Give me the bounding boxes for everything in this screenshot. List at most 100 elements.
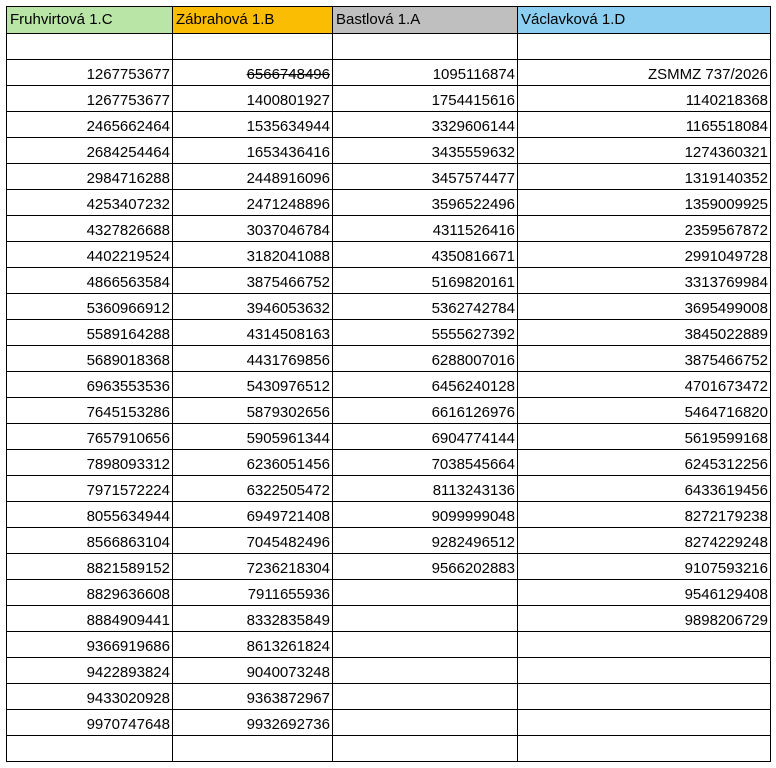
table-cell[interactable]: 3435559632: [332, 137, 518, 164]
table-cell[interactable]: 9366919686: [6, 631, 173, 658]
table-cell[interactable]: [6, 735, 173, 762]
table-cell[interactable]: 9898206729: [517, 605, 771, 632]
table-cell[interactable]: 3875466752: [172, 267, 333, 294]
table-cell[interactable]: 9546129408: [517, 579, 771, 606]
table-cell[interactable]: 4311526416: [332, 215, 518, 242]
table-cell[interactable]: 4314508163: [172, 319, 333, 346]
table-cell[interactable]: 9040073248: [172, 657, 333, 684]
table-cell[interactable]: 3457574477: [332, 163, 518, 190]
table-cell[interactable]: 1165518084: [517, 111, 771, 138]
table-cell[interactable]: [517, 709, 771, 736]
table-cell[interactable]: 5905961344: [172, 423, 333, 450]
table-cell[interactable]: 8113243136: [332, 475, 518, 502]
table-cell[interactable]: 8821589152: [6, 553, 173, 580]
table-cell[interactable]: [332, 631, 518, 658]
table-cell[interactable]: 6456240128: [332, 371, 518, 398]
table-cell[interactable]: 8829636608: [6, 579, 173, 606]
table-cell[interactable]: [332, 735, 518, 762]
table-cell[interactable]: 7657910656: [6, 423, 173, 450]
table-cell[interactable]: 3596522496: [332, 189, 518, 216]
table-cell[interactable]: 3329606144: [332, 111, 518, 138]
table-cell[interactable]: [332, 605, 518, 632]
table-cell[interactable]: 3182041088: [172, 241, 333, 268]
table-cell[interactable]: 7911655936: [172, 579, 333, 606]
table-cell[interactable]: 1267753677: [6, 85, 173, 112]
table-cell[interactable]: 5619599168: [517, 423, 771, 450]
table-cell[interactable]: 8884909441: [6, 605, 173, 632]
table-cell[interactable]: 1274360321: [517, 137, 771, 164]
table-cell[interactable]: [172, 735, 333, 762]
table-cell[interactable]: 6949721408: [172, 501, 333, 528]
table-cell[interactable]: 4866563584: [6, 267, 173, 294]
table-cell[interactable]: 3313769984: [517, 267, 771, 294]
table-cell[interactable]: 4701673472: [517, 371, 771, 398]
table-cell[interactable]: 3946053632: [172, 293, 333, 320]
empty-cell[interactable]: [6, 33, 173, 60]
table-cell[interactable]: 2684254464: [6, 137, 173, 164]
table-cell[interactable]: 7898093312: [6, 449, 173, 476]
table-cell[interactable]: 3037046784: [172, 215, 333, 242]
table-cell[interactable]: 1535634944: [172, 111, 333, 138]
table-cell[interactable]: 9422893824: [6, 657, 173, 684]
table-cell[interactable]: 5689018368: [6, 345, 173, 372]
table-cell[interactable]: 4350816671: [332, 241, 518, 268]
table-cell[interactable]: 8332835849: [172, 605, 333, 632]
table-cell[interactable]: 5362742784: [332, 293, 518, 320]
table-cell[interactable]: 6236051456: [172, 449, 333, 476]
table-cell[interactable]: [332, 683, 518, 710]
table-cell[interactable]: [332, 579, 518, 606]
table-cell[interactable]: 4431769856: [172, 345, 333, 372]
table-cell[interactable]: 2465662464: [6, 111, 173, 138]
table-cell[interactable]: 2984716288: [6, 163, 173, 190]
table-cell[interactable]: 1140218368: [517, 85, 771, 112]
table-cell[interactable]: 2471248896: [172, 189, 333, 216]
table-cell[interactable]: [517, 735, 771, 762]
header-cell-bastlova[interactable]: Bastlová 1.A: [332, 6, 518, 34]
table-cell[interactable]: 6566748496: [172, 59, 333, 86]
header-cell-zabrahova[interactable]: Zábrahová 1.B: [172, 6, 333, 34]
table-cell[interactable]: 9433020928: [6, 683, 173, 710]
table-cell[interactable]: 5555627392: [332, 319, 518, 346]
table-cell[interactable]: 6963553536: [6, 371, 173, 398]
table-cell[interactable]: 6322505472: [172, 475, 333, 502]
table-cell[interactable]: 5169820161: [332, 267, 518, 294]
table-cell[interactable]: [517, 631, 771, 658]
header-cell-vaclavkova[interactable]: Václavková 1.D: [517, 6, 771, 34]
table-cell[interactable]: 9566202883: [332, 553, 518, 580]
table-cell[interactable]: 1359009925: [517, 189, 771, 216]
table-cell[interactable]: 3845022889: [517, 319, 771, 346]
table-cell[interactable]: 5879302656: [172, 397, 333, 424]
table-cell[interactable]: 1095116874: [332, 59, 518, 86]
table-cell[interactable]: 1267753677: [6, 59, 173, 86]
empty-cell[interactable]: [172, 33, 333, 60]
table-cell[interactable]: 1400801927: [172, 85, 333, 112]
table-cell[interactable]: 6288007016: [332, 345, 518, 372]
table-cell[interactable]: 9107593216: [517, 553, 771, 580]
table-cell[interactable]: 6616126976: [332, 397, 518, 424]
table-cell[interactable]: 6433619456: [517, 475, 771, 502]
table-cell[interactable]: [517, 683, 771, 710]
table-cell[interactable]: 5589164288: [6, 319, 173, 346]
table-cell[interactable]: 8274229248: [517, 527, 771, 554]
table-cell[interactable]: 6904774144: [332, 423, 518, 450]
table-cell[interactable]: 7645153286: [6, 397, 173, 424]
table-cell[interactable]: 8272179238: [517, 501, 771, 528]
table-cell[interactable]: 5430976512: [172, 371, 333, 398]
table-cell[interactable]: 1653436416: [172, 137, 333, 164]
table-cell[interactable]: 4253407232: [6, 189, 173, 216]
table-cell[interactable]: 5360966912: [6, 293, 173, 320]
table-cell[interactable]: 7971572224: [6, 475, 173, 502]
table-cell[interactable]: 9363872967: [172, 683, 333, 710]
table-cell[interactable]: 8613261824: [172, 631, 333, 658]
header-cell-fruhvirtova[interactable]: Fruhvirtová 1.C: [6, 6, 173, 34]
table-cell[interactable]: 9932692736: [172, 709, 333, 736]
table-cell[interactable]: [332, 709, 518, 736]
table-cell[interactable]: 9099999048: [332, 501, 518, 528]
table-cell[interactable]: 5464716820: [517, 397, 771, 424]
table-cell[interactable]: ZSMMZ 737/2026: [517, 59, 771, 86]
table-cell[interactable]: 2448916096: [172, 163, 333, 190]
table-cell[interactable]: 7045482496: [172, 527, 333, 554]
table-cell[interactable]: 4402219524: [6, 241, 173, 268]
table-cell[interactable]: 8055634944: [6, 501, 173, 528]
table-cell[interactable]: 7038545664: [332, 449, 518, 476]
